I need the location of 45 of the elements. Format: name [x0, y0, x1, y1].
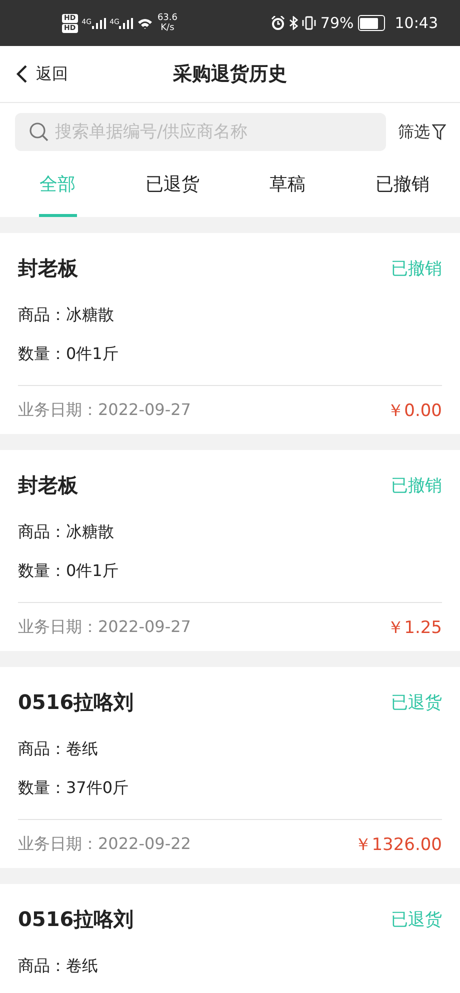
signal-icon — [119, 18, 134, 28]
quantity-text: 数量：37件0斤 — [18, 777, 130, 799]
supplier-name: 封老板 — [18, 472, 78, 498]
order-status: 已退货 — [391, 692, 442, 714]
order-card[interactable]: 0516拉咯刘 已退货 商品：卷纸 — [0, 884, 460, 993]
supplier-name: 封老板 — [18, 254, 78, 282]
order-card[interactable]: 0516拉咯刘 已退货 商品：卷纸 数量：37件0斤 业务日期：2022-09-22 ￥1326.00 — [0, 667, 460, 868]
order-amount: ￥1326.00 — [354, 834, 442, 856]
order-status: 已撤销 — [391, 474, 442, 496]
order-status: 已撤销 — [391, 258, 442, 280]
business-date: 业务日期：2022-09-27 — [18, 616, 191, 638]
vibrate-icon — [302, 16, 316, 30]
order-status: 已退货 — [391, 908, 442, 930]
tab[interactable]: 草稿 — [230, 151, 345, 217]
supplier-name: 0516拉咯刘 — [18, 906, 134, 932]
order-card[interactable]: 封老板 已撤销 商品：冰糖散 数量：0件1斤 业务日期：2022-09-27 ￥1.25 — [0, 450, 460, 651]
business-date: 业务日期：2022-09-22 — [18, 834, 191, 854]
chevron-left-icon — [16, 64, 28, 84]
network-speed: 63.6 — [157, 13, 178, 23]
search-icon — [29, 122, 49, 142]
battery-percent: 79% — [320, 14, 354, 32]
goods-text: 商品：卷纸 — [18, 955, 99, 977]
quantity-text: 数量：0件1斤 — [18, 343, 120, 365]
bluetooth-icon — [289, 16, 298, 30]
back-button[interactable]: 返回 — [0, 64, 68, 84]
order-card[interactable]: 封老板 已撤销 商品：冰糖散 数量：0件1斤 业务日期：2022-09-27 ￥0.00 — [0, 233, 460, 434]
tab[interactable]: 已退货 — [115, 151, 230, 217]
business-date: 业务日期：2022-09-27 — [18, 400, 191, 420]
page-title: 采购退货历史 — [173, 62, 287, 87]
funnel-icon — [432, 124, 446, 140]
supplier-name: 0516拉咯刘 — [18, 688, 134, 716]
speed-unit: K/s — [160, 23, 174, 33]
order-amount: ￥0.00 — [387, 400, 442, 422]
wifi-icon — [137, 16, 154, 30]
signal-icon — [92, 18, 106, 28]
filter-button[interactable]: 筛选 — [398, 122, 446, 142]
goods-text: 商品：冰糖散 — [18, 521, 115, 543]
goods-text: 商品：冰糖散 — [18, 304, 115, 326]
goods-text: 商品：卷纸 — [18, 738, 99, 760]
tab[interactable]: 已撤销 — [345, 151, 460, 217]
clock: 10:43 — [394, 14, 438, 32]
quantity-text: 数量：0件1斤 — [18, 560, 120, 582]
battery-icon — [358, 15, 385, 31]
order-amount: ￥1.25 — [387, 616, 442, 638]
alarm-icon — [271, 16, 286, 30]
